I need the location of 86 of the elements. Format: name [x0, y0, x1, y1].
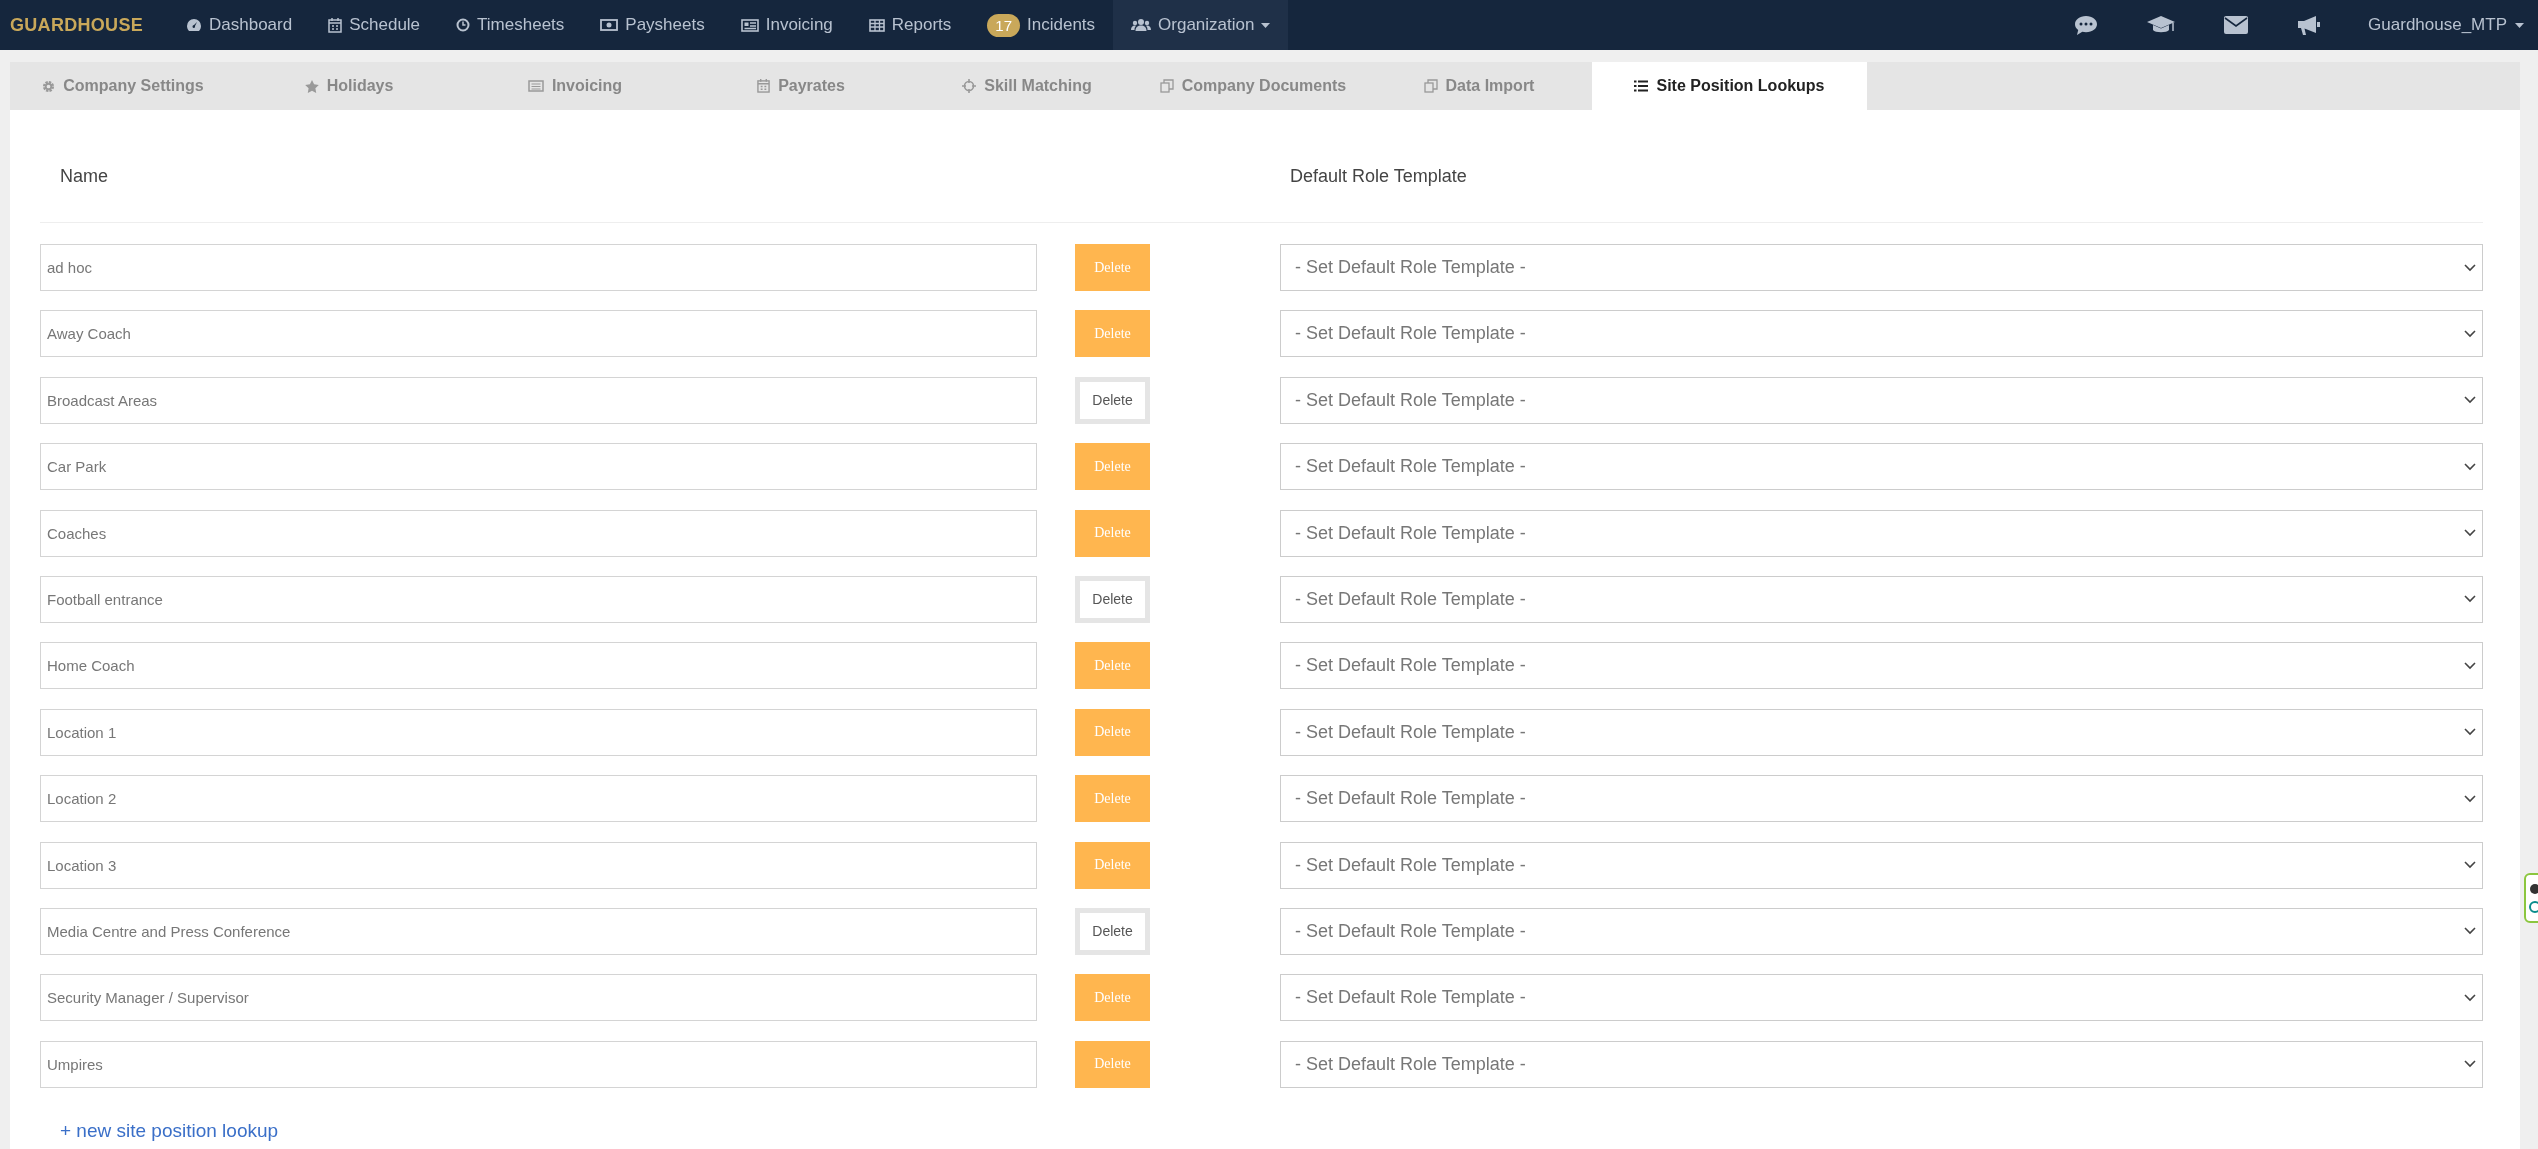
envelope-icon[interactable] [2224, 16, 2249, 34]
name-input[interactable]: Away Coach [40, 310, 1037, 358]
name-input[interactable]: ad hoc [40, 244, 1037, 291]
name-input[interactable]: Location 1 [40, 708, 1037, 756]
role-template-select[interactable]: - Set Default Role Template - [1280, 841, 2483, 889]
count-badge: 17 [987, 13, 1021, 37]
chevron-down-icon [2464, 595, 2476, 604]
name-input[interactable]: Media Centre and Press Conference [40, 907, 1037, 955]
table-icon [868, 18, 885, 32]
nav-link[interactable]: Organization [1113, 0, 1289, 50]
caret-icon [1261, 22, 1271, 28]
extension-widget-icon[interactable] [2524, 873, 2538, 923]
nav-link[interactable]: Paysheets [582, 0, 723, 50]
chevron-down-icon [2464, 927, 2476, 936]
nav-link[interactable]: Dashboard [168, 0, 311, 50]
chevron-down-icon [2464, 661, 2476, 670]
column-header: Default Role Template [1290, 165, 1467, 188]
name-input[interactable]: Security Manager / Supervisor [40, 974, 1037, 1022]
tab[interactable]: Invoicing [462, 62, 688, 110]
name-input[interactable]: Home Coach [40, 642, 1037, 690]
tab[interactable]: Payrates [688, 62, 914, 110]
chevron-down-icon [2464, 396, 2476, 405]
name-input[interactable]: Location 3 [40, 841, 1037, 889]
nav-link[interactable]: Schedule [310, 0, 439, 50]
add-lookup-link[interactable]: + new site position lookup [60, 1120, 279, 1143]
delete-button[interactable]: Delete [1075, 907, 1150, 955]
chevron-down-icon [2464, 993, 2476, 1002]
delete-button[interactable]: Delete [1075, 376, 1150, 424]
role-template-select[interactable]: - Set Default Role Template - [1280, 775, 2483, 823]
calendar-icon [328, 17, 343, 33]
copy-icon [1423, 79, 1438, 93]
caret-icon [2515, 22, 2524, 28]
brand-logo[interactable]: GUARDHOUSE [10, 14, 143, 36]
copy-icon [1159, 79, 1174, 93]
role-template-select[interactable]: - Set Default Role Template - [1280, 1040, 2483, 1088]
role-template-select[interactable]: - Set Default Role Template - [1280, 244, 2483, 291]
nav-link[interactable]: Timesheets [438, 0, 583, 50]
delete-button[interactable]: Delete [1075, 575, 1150, 623]
name-input[interactable]: Location 2 [40, 775, 1037, 823]
tab[interactable]: Data Import [1366, 62, 1592, 110]
role-template-select[interactable]: - Set Default Role Template - [1280, 575, 2483, 623]
chevron-down-icon [2464, 329, 2476, 338]
graduation-cap-icon[interactable] [2146, 15, 2177, 35]
tab[interactable]: Company Settings [10, 62, 236, 110]
banknote-icon [600, 19, 619, 31]
role-template-select[interactable]: - Set Default Role Template - [1280, 907, 2483, 955]
tab[interactable]: Company Documents [1140, 62, 1366, 110]
name-input[interactable]: Car Park [40, 443, 1037, 491]
column-header: Name [59, 165, 109, 188]
role-template-select[interactable]: - Set Default Role Template - [1280, 974, 2483, 1022]
role-template-select[interactable]: - Set Default Role Template - [1280, 708, 2483, 756]
megaphone-icon[interactable] [2296, 14, 2321, 36]
name-input[interactable]: Football entrance [40, 575, 1037, 623]
nav-link[interactable]: Reports [850, 0, 970, 50]
calendar-icon [757, 79, 771, 93]
name-input[interactable]: Broadcast Areas [40, 376, 1037, 424]
users-icon [1131, 18, 1152, 32]
chevron-down-icon [2464, 728, 2476, 737]
list-box-icon [527, 80, 544, 92]
name-input[interactable]: Coaches [40, 509, 1037, 557]
tab[interactable]: Skill Matching [914, 62, 1140, 110]
nav-link[interactable]: Invoicing [722, 0, 851, 50]
role-template-select[interactable]: - Set Default Role Template - [1280, 376, 2483, 424]
gauge-icon [186, 18, 202, 32]
crosshair-icon [962, 79, 977, 93]
role-template-select[interactable]: - Set Default Role Template - [1280, 642, 2483, 690]
role-template-select[interactable]: - Set Default Role Template - [1280, 443, 2483, 491]
tab[interactable]: Holidays [236, 62, 462, 110]
newspaper-icon [740, 18, 759, 32]
star-icon [304, 79, 319, 93]
chevron-down-icon [2464, 1060, 2476, 1069]
chevron-down-icon [2464, 794, 2476, 803]
chevron-down-icon [2464, 462, 2476, 471]
chat-bubble-icon[interactable] [2074, 14, 2099, 36]
user-menu[interactable]: Guardhouse_MTP [2344, 0, 2538, 50]
role-template-select[interactable]: - Set Default Role Template - [1280, 310, 2483, 358]
chevron-down-icon [2464, 263, 2476, 272]
name-input[interactable]: Umpires [40, 1040, 1037, 1088]
clock-icon [456, 18, 471, 32]
list-icon [1634, 80, 1649, 92]
tab[interactable]: Site Position Lookups [1592, 62, 1867, 110]
nav-link[interactable]: 17 Incidents [969, 0, 1114, 50]
role-template-select[interactable]: - Set Default Role Template - [1280, 509, 2483, 557]
gear-icon [42, 79, 56, 93]
chevron-down-icon [2464, 529, 2476, 538]
chevron-down-icon [2464, 861, 2476, 869]
